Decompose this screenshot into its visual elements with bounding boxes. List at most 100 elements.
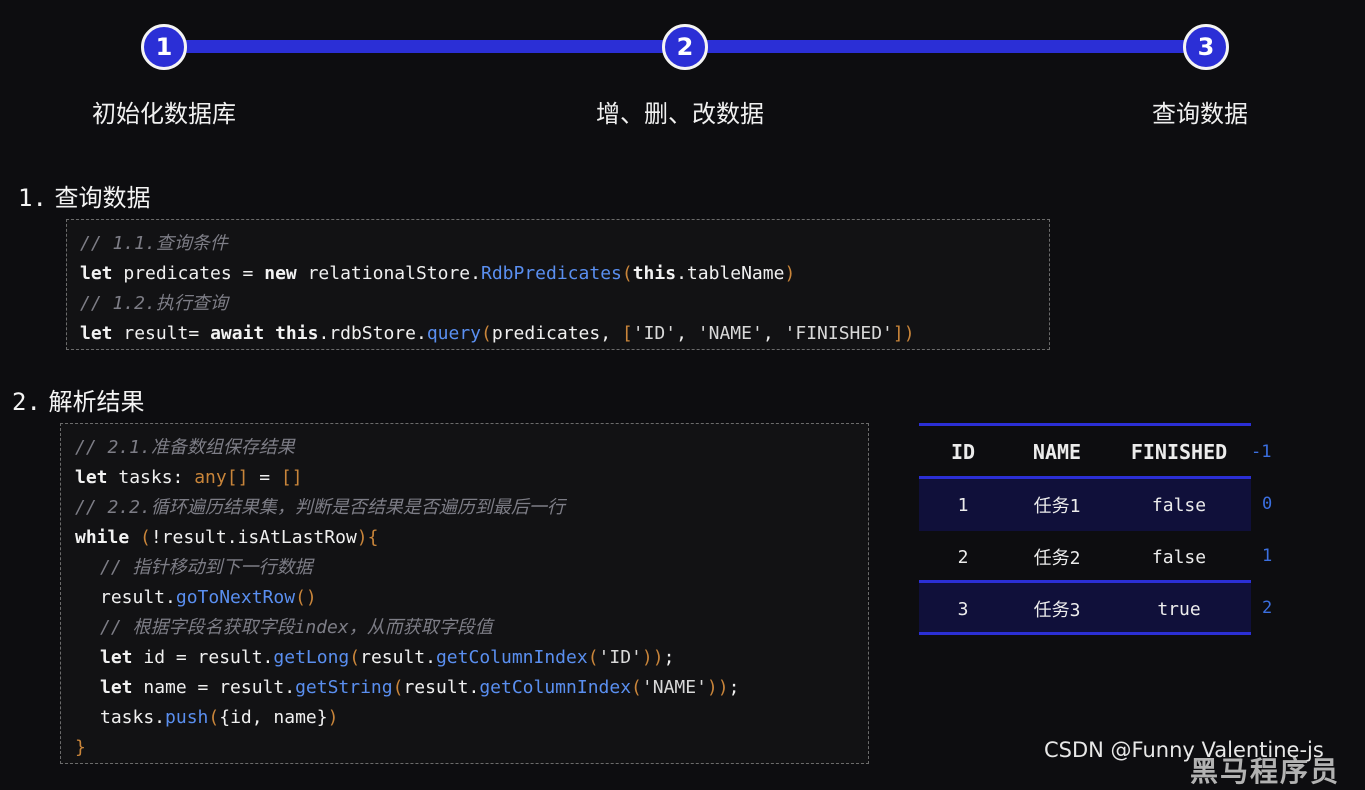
- code-text: =: [248, 467, 281, 488]
- code-text: ;: [663, 647, 675, 668]
- cell-finished: true: [1157, 598, 1201, 620]
- code-text: result.: [360, 647, 436, 668]
- code-comment: // 1.2.执行查询: [80, 293, 228, 314]
- code-paren: (: [587, 647, 599, 668]
- header-name: NAME: [1032, 440, 1082, 464]
- section-2-heading: 2. 解析结果: [12, 382, 145, 417]
- cell-id: 1: [957, 494, 969, 516]
- code-line: tasks.push({id, name}): [75, 703, 868, 733]
- cursor-index-header: -1: [1251, 442, 1272, 462]
- step-3-label: 查询数据: [1152, 100, 1248, 128]
- code-keyword: this: [632, 263, 677, 284]
- code-paren: ): [903, 323, 915, 344]
- code-paren: (: [349, 647, 361, 668]
- code-text: result.: [403, 677, 480, 698]
- code-paren: ): [784, 263, 796, 284]
- cell-id: 2: [957, 546, 969, 568]
- code-paren: (: [208, 707, 220, 728]
- query-code-block: // 1.1.查询条件 let predicates = new relatio…: [66, 219, 1050, 350]
- code-paren: ): [327, 707, 339, 728]
- code-text: tasks:: [107, 467, 195, 488]
- code-line: let tasks: any[] = []: [75, 463, 868, 493]
- code-string: 'ID': [632, 323, 677, 344]
- section-1-number: 1.: [18, 184, 47, 212]
- header-finished: FINISHED: [1130, 440, 1228, 464]
- code-keyword: let: [100, 677, 133, 698]
- stepper-connector-2: [690, 40, 1190, 53]
- progress-stepper: 1 2 3 初始化数据库 增、删、改数据 查询数据: [0, 0, 1365, 140]
- parse-code-block: // 2.1.准备数组保存结果 let tasks: any[] = [] //…: [60, 423, 869, 764]
- code-function: push: [165, 707, 209, 728]
- code-paren: )): [706, 677, 729, 698]
- code-paren: (: [392, 677, 404, 698]
- step-1-label: 初始化数据库: [92, 100, 236, 128]
- code-paren: )): [641, 647, 664, 668]
- code-line: // 2.2.循环遍历结果集，判断是否结果是否遍历到最后一行: [75, 493, 868, 523]
- code-paren: (: [621, 263, 633, 284]
- code-comment: // 1.1.查询条件: [80, 233, 228, 254]
- section-1-title: 查询数据: [54, 184, 151, 212]
- code-keyword: let: [75, 467, 108, 488]
- code-string: 'ID': [598, 647, 642, 668]
- code-text: {id, name}: [219, 707, 328, 728]
- code-line: // 1.1.查询条件: [80, 229, 1049, 259]
- cell-name: 任务3: [1033, 600, 1081, 621]
- code-bracket: []: [280, 467, 303, 488]
- code-bracket: [: [621, 323, 633, 344]
- code-string: 'FINISHED': [784, 323, 893, 344]
- code-keyword: new: [264, 263, 297, 284]
- code-function: getColumnIndex: [435, 647, 588, 668]
- code-line: let id = result.getLong(result.getColumn…: [75, 643, 868, 673]
- code-text: .tableName: [676, 263, 785, 284]
- code-function: query: [426, 323, 482, 344]
- code-line: // 根据字段名获取字段index，从而获取字段值: [75, 613, 868, 643]
- code-function: goToNextRow: [175, 587, 296, 608]
- step-2-label: 增、删、改数据: [596, 100, 764, 128]
- code-brace: {: [367, 527, 379, 548]
- code-line: let name = result.getString(result.getCo…: [75, 673, 868, 703]
- section-2-title: 解析结果: [48, 388, 145, 416]
- code-keyword: while: [75, 527, 130, 548]
- code-type: any[]: [194, 467, 249, 488]
- code-line: // 1.2.执行查询: [80, 289, 1049, 319]
- code-function: getLong: [273, 647, 350, 668]
- code-text: ,: [676, 323, 698, 344]
- code-text: result.: [100, 587, 176, 608]
- table-row: 2 任务2 false: [919, 531, 1251, 583]
- code-paren: (: [140, 527, 151, 548]
- code-paren: (: [481, 323, 492, 344]
- code-comment: // 2.1.准备数组保存结果: [75, 437, 295, 458]
- code-line: }: [75, 733, 868, 763]
- step-3-circle: 3: [1183, 24, 1229, 70]
- code-keyword: let: [80, 323, 113, 344]
- code-keyword: this: [275, 323, 319, 344]
- section-1-heading: 1. 查询数据: [18, 178, 151, 213]
- cursor-index: 0: [1262, 494, 1273, 514]
- step-2-circle: 2: [662, 24, 708, 70]
- header-id: ID: [950, 440, 976, 464]
- code-paren: ): [356, 527, 368, 548]
- code-text: name = result.: [132, 677, 296, 698]
- section-2-number: 2.: [12, 388, 41, 416]
- code-line: // 指针移动到下一行数据: [75, 553, 868, 583]
- code-line: while (!result.isAtLastRow){: [75, 523, 868, 553]
- code-text: tasks.: [100, 707, 166, 728]
- code-function: RdbPredicates: [480, 263, 622, 284]
- table-bottom-rule: [919, 632, 1251, 635]
- code-keyword: let: [80, 263, 113, 284]
- code-function: getColumnIndex: [479, 677, 632, 698]
- code-text: predicates,: [491, 323, 622, 344]
- code-function: getString: [295, 677, 393, 698]
- cell-finished: false: [1151, 546, 1207, 568]
- code-keyword: let: [100, 647, 133, 668]
- code-line: // 2.1.准备数组保存结果: [75, 433, 868, 463]
- code-text: !result.isAtLastRow: [150, 527, 357, 548]
- code-string: 'NAME': [697, 323, 763, 344]
- cell-name: 任务2: [1033, 548, 1081, 569]
- code-text: id = result.: [132, 647, 274, 668]
- code-line: let result= await this.rdbStore.query(pr…: [80, 319, 1049, 349]
- csdn-watermark: CSDN @Funny Valentine-js: [1044, 738, 1324, 762]
- code-string: 'NAME': [641, 677, 707, 698]
